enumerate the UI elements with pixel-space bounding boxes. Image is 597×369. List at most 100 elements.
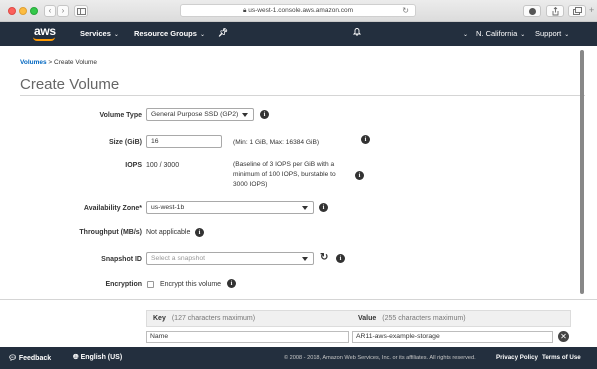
language-selector[interactable]: 🌐︎ English (US)	[73, 354, 122, 362]
region-label: N. California	[476, 29, 518, 38]
globe-icon: 🌐︎	[73, 354, 79, 361]
key-header: Key	[153, 315, 166, 322]
aws-logo[interactable]: aws	[34, 24, 56, 38]
reload-icon[interactable]: ↻	[402, 5, 409, 17]
volume-type-value: General Purpose SSD (GP2)	[151, 111, 239, 118]
back-button[interactable]: ‹	[44, 5, 56, 17]
aws-top-nav: aws Services ⌄ Resource Groups ⌄ 📌︎ ⌄ N. C…	[0, 22, 597, 46]
zoom-window-button[interactable]	[30, 7, 38, 15]
info-icon[interactable]: i	[319, 203, 328, 212]
extension-button[interactable]	[523, 5, 541, 17]
region-selector[interactable]: N. California ⌄	[476, 29, 525, 38]
snapshot-placeholder: Select a snapshot	[151, 255, 206, 262]
sidebar-icon	[76, 8, 86, 15]
services-menu[interactable]: Services ⌄	[80, 29, 119, 38]
browser-titlebar: ‹ › 🔒︎ us-west-1.console.aws.amazon.com …	[0, 0, 597, 22]
iops-label: IOPS	[125, 162, 142, 169]
terms-of-use-link[interactable]: Terms of Use	[542, 354, 581, 361]
key-hint: (127 characters maximum)	[171, 315, 256, 322]
services-label: Services	[80, 29, 111, 38]
caret-down-icon	[242, 113, 248, 117]
throughput-value: Not applicable	[146, 229, 191, 236]
iops-note: (Baseline of 3 IOPS per GiB with a minim…	[233, 160, 336, 190]
info-icon[interactable]: i	[355, 171, 364, 180]
encrypt-checkbox[interactable]	[147, 281, 154, 288]
breadcrumb-volumes-link[interactable]: Volumes	[20, 59, 47, 66]
support-menu[interactable]: Support ⌄	[535, 29, 569, 38]
availability-zone-value: us-west-1b	[151, 204, 185, 211]
speech-bubble-icon: 💬︎	[8, 355, 17, 362]
chevron-down-icon: ⌄	[463, 32, 469, 38]
availability-zone-label: Availability Zone*	[83, 205, 142, 212]
breadcrumb: Volumes > Create Volume	[20, 59, 97, 66]
console-footer: 💬︎ Feedback 🌐︎ English (US) © 2008 - 201…	[0, 347, 597, 369]
value-column-header: Value (255 characters maximum)	[358, 315, 466, 322]
encrypt-option-label: Encrypt this volume	[160, 281, 222, 288]
iops-note-line: minimum of 100 IOPS, burstable to	[233, 171, 336, 178]
feedback-label: Feedback	[18, 355, 52, 362]
info-icon[interactable]: i	[336, 254, 345, 263]
value-hint: (255 characters maximum)	[382, 315, 466, 322]
aws-smile-logo-mark	[33, 37, 55, 41]
url-text: us-west-1.console.aws.amazon.com	[248, 7, 354, 14]
remove-tag-icon[interactable]: ✕	[558, 331, 569, 342]
caret-down-icon	[302, 206, 308, 210]
volume-type-label: Volume Type	[99, 112, 142, 119]
size-label: Size (GiB)	[108, 139, 142, 146]
key-column-header: Key (127 characters maximum)	[153, 315, 255, 322]
info-icon[interactable]: i	[361, 135, 370, 144]
close-window-button[interactable]	[8, 7, 16, 15]
sidebar-toggle-button[interactable]	[74, 5, 88, 17]
section-divider	[0, 299, 597, 300]
volume-type-select[interactable]: General Purpose SSD (GP2)	[146, 108, 254, 121]
minimize-window-button[interactable]	[19, 7, 27, 15]
chevron-down-icon: ⌄	[199, 32, 205, 38]
address-bar[interactable]: 🔒︎ us-west-1.console.aws.amazon.com ↻	[180, 4, 416, 17]
chevron-down-icon: ⌄	[520, 32, 526, 38]
info-icon[interactable]: i	[195, 228, 204, 237]
info-icon[interactable]: i	[260, 110, 269, 119]
snapshot-select[interactable]: Select a snapshot	[146, 252, 314, 265]
language-label: English (US)	[80, 354, 123, 361]
snapshot-id-label: Snapshot ID	[101, 256, 142, 263]
pin-icon[interactable]: 📌︎	[218, 28, 228, 37]
bell-icon	[352, 28, 362, 36]
page-scrollbar[interactable]	[580, 50, 584, 294]
tabs-button[interactable]	[568, 5, 586, 17]
title-divider	[20, 95, 585, 96]
extension-icon	[528, 8, 536, 15]
encryption-label: Encryption	[105, 281, 142, 288]
resource-groups-label: Resource Groups	[134, 29, 197, 38]
share-button[interactable]	[546, 5, 564, 17]
notifications-bell[interactable]	[352, 27, 362, 38]
throughput-label: Throughput (MB/s)	[79, 229, 142, 236]
resource-groups-menu[interactable]: Resource Groups ⌄	[134, 29, 205, 38]
tabs-icon	[572, 7, 582, 15]
info-icon[interactable]: i	[227, 279, 236, 288]
breadcrumb-separator: >	[46, 59, 55, 66]
new-tab-icon[interactable]: +	[589, 5, 594, 15]
feedback-button[interactable]: 💬︎ Feedback	[8, 354, 51, 362]
iops-note-line: 3000 IOPS)	[233, 181, 268, 188]
chevron-down-icon: ⌄	[113, 32, 119, 38]
chevron-down-icon: ⌄	[564, 32, 570, 38]
account-menu[interactable]: ⌄	[460, 29, 468, 38]
copyright-text: © 2008 - 2018, Amazon Web Services, Inc.…	[284, 355, 476, 361]
privacy-policy-link[interactable]: Privacy Policy	[496, 354, 538, 361]
availability-zone-select[interactable]: us-west-1b	[146, 201, 314, 214]
page-title: Create Volume	[20, 76, 120, 93]
size-hint: (Min: 1 GiB, Max: 16384 GiB)	[233, 139, 320, 146]
iops-note-line: (Baseline of 3 IOPS per GiB with a	[233, 161, 335, 168]
lock-icon: 🔒︎	[242, 7, 247, 14]
forward-button[interactable]: ›	[57, 5, 69, 17]
iops-value: 100 / 3000	[146, 162, 180, 169]
tag-value-input[interactable]: AR11-aws-example-storage	[352, 331, 553, 343]
tag-key-input[interactable]: Name	[146, 331, 349, 343]
breadcrumb-current: Create Volume	[54, 59, 98, 66]
caret-down-icon	[302, 257, 308, 261]
tags-table-header: Key (127 characters maximum) Value (255 ch…	[146, 310, 571, 327]
share-icon	[552, 6, 558, 16]
refresh-icon[interactable]: ↻	[320, 253, 328, 263]
size-input[interactable]: 16	[146, 135, 222, 148]
support-label: Support	[535, 29, 562, 38]
